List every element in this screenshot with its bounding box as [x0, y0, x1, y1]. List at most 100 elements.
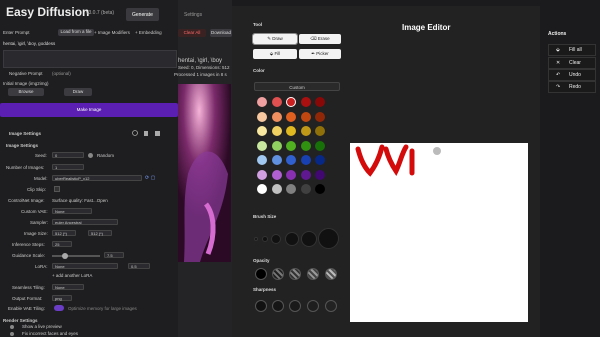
make-image-button[interactable]: Make Image — [0, 103, 178, 117]
color-swatch[interactable] — [271, 169, 282, 180]
lora-strength-input[interactable]: 0.5 — [128, 263, 150, 269]
color-swatch[interactable] — [300, 111, 311, 122]
color-swatch[interactable] — [271, 126, 282, 136]
random-seed-toggle[interactable] — [88, 153, 93, 158]
seed-input[interactable]: 0 — [52, 152, 84, 158]
color-swatch[interactable] — [271, 111, 282, 122]
color-swatch[interactable] — [300, 184, 311, 194]
color-swatch[interactable] — [257, 140, 267, 151]
live-preview-toggle[interactable] — [10, 325, 14, 329]
controlnet-value[interactable]: Surface quality: Fast...Open — [52, 198, 108, 203]
inference-steps-input[interactable]: 25 — [52, 241, 72, 247]
negative-prompt-label[interactable]: Negative Prompt — [9, 71, 43, 76]
color-swatch[interactable] — [300, 155, 311, 165]
color-swatch[interactable] — [257, 155, 267, 165]
guidance-slider-thumb[interactable] — [62, 253, 68, 259]
fix-faces-toggle[interactable] — [10, 332, 14, 336]
tab-settings[interactable]: Settings — [178, 8, 208, 21]
num-images-input[interactable]: 1 — [52, 164, 84, 170]
refresh-model-icon[interactable]: ⟳ ▢ — [145, 175, 157, 181]
color-swatch[interactable] — [271, 97, 282, 107]
color-swatch[interactable] — [257, 97, 267, 107]
result-image[interactable] — [178, 84, 231, 262]
image-modifiers-button[interactable]: + Image Modifiers — [94, 30, 130, 35]
brush-size-6[interactable] — [318, 228, 339, 249]
image-height-select[interactable]: 512 (*) — [88, 230, 112, 236]
browse-button[interactable]: Browse — [8, 88, 44, 96]
image-settings-header[interactable]: Image Settings — [9, 131, 41, 136]
color-swatch[interactable] — [257, 184, 267, 194]
embeddings-button[interactable]: + Embedding — [135, 30, 162, 35]
sharpness-option-1[interactable] — [255, 300, 267, 312]
color-swatch[interactable] — [286, 111, 296, 122]
draw-button[interactable]: Draw — [64, 88, 92, 96]
tool-picker-button[interactable]: ✒ Picker — [299, 49, 341, 59]
color-swatch[interactable] — [315, 140, 325, 151]
tool-fill-button[interactable]: ⬙ Fill — [253, 49, 297, 59]
custom-vae-select[interactable]: None — [52, 208, 92, 214]
guidance-scale-input[interactable]: 7.5 — [104, 252, 124, 258]
brush-size-5[interactable] — [301, 231, 317, 247]
sharpness-option-4[interactable] — [307, 300, 319, 312]
color-swatch[interactable] — [286, 184, 296, 194]
color-swatch[interactable] — [286, 140, 296, 151]
drawing-canvas[interactable] — [350, 143, 528, 322]
color-swatch[interactable] — [300, 126, 311, 136]
clip-skip-checkbox[interactable] — [54, 186, 60, 192]
brush-size-4[interactable] — [285, 232, 299, 246]
prompt-textarea[interactable] — [3, 50, 177, 68]
brush-size-1[interactable] — [254, 237, 258, 241]
color-swatch[interactable] — [257, 126, 267, 136]
opacity-option-2[interactable] — [272, 268, 284, 280]
clear-button[interactable]: ✕ Clear — [548, 57, 596, 69]
tool-erase-button[interactable]: ⌫ Erase — [299, 34, 341, 44]
color-swatch[interactable] — [315, 111, 325, 122]
brush-size-2[interactable] — [262, 236, 268, 242]
brush-size-3[interactable] — [271, 234, 281, 244]
color-swatch[interactable] — [300, 97, 311, 107]
color-swatch[interactable] — [271, 155, 282, 165]
color-swatch[interactable] — [286, 126, 296, 136]
load-file-button[interactable]: Load from a file — [58, 29, 94, 36]
sharpness-option-2[interactable] — [272, 300, 284, 312]
color-swatch[interactable] — [315, 126, 325, 136]
color-swatch[interactable] — [300, 140, 311, 151]
color-swatch[interactable] — [300, 169, 311, 180]
color-swatch[interactable] — [315, 169, 325, 180]
color-swatch[interactable] — [315, 184, 325, 194]
lora-select[interactable]: None — [52, 263, 118, 269]
tab-generate[interactable]: Generate — [126, 8, 159, 21]
custom-color-button[interactable]: Custom — [254, 82, 340, 91]
clear-all-button[interactable]: Clear All — [178, 29, 206, 37]
prompt-text[interactable]: hentai, \girl, \boy, goddess — [3, 41, 55, 46]
guidance-scale-slider[interactable] — [52, 255, 100, 257]
sampler-select[interactable]: euler Ancestral — [52, 219, 118, 225]
opacity-option-4[interactable] — [307, 268, 319, 280]
color-swatch[interactable] — [286, 169, 296, 180]
color-swatch[interactable] — [257, 111, 267, 122]
color-swatch[interactable] — [271, 140, 282, 151]
output-format-select[interactable]: png — [52, 295, 72, 301]
vae-tiling-toggle[interactable] — [54, 305, 64, 311]
image-width-select[interactable]: 512 (*) — [52, 230, 76, 236]
opacity-option-3[interactable] — [289, 268, 301, 280]
sharpness-option-5[interactable] — [325, 300, 337, 312]
color-swatch[interactable] — [286, 97, 296, 107]
sharpness-option-3[interactable] — [289, 300, 301, 312]
opacity-option-1[interactable] — [255, 268, 267, 280]
download-button[interactable]: Download — [210, 29, 232, 37]
color-swatch[interactable] — [315, 155, 325, 165]
color-swatch[interactable] — [257, 169, 267, 180]
color-swatch[interactable] — [271, 184, 282, 194]
tool-draw-button[interactable]: ✎ Draw — [252, 33, 298, 45]
undo-button[interactable]: ↶ Undo — [548, 69, 596, 81]
seamless-tiling-select[interactable]: None — [52, 284, 84, 290]
add-lora-button[interactable]: + add another LoRA — [52, 273, 92, 278]
redo-button[interactable]: ↷ Redo — [548, 81, 596, 93]
opacity-option-5[interactable] — [325, 268, 337, 280]
color-swatch[interactable] — [315, 97, 325, 107]
model-select[interactable]: uberRealisticP_v12 — [52, 175, 142, 181]
color-swatch[interactable] — [286, 155, 296, 165]
fill-all-button[interactable]: ⬙ Fill all — [548, 44, 596, 56]
render-settings-header[interactable]: Render Settings — [3, 318, 38, 323]
